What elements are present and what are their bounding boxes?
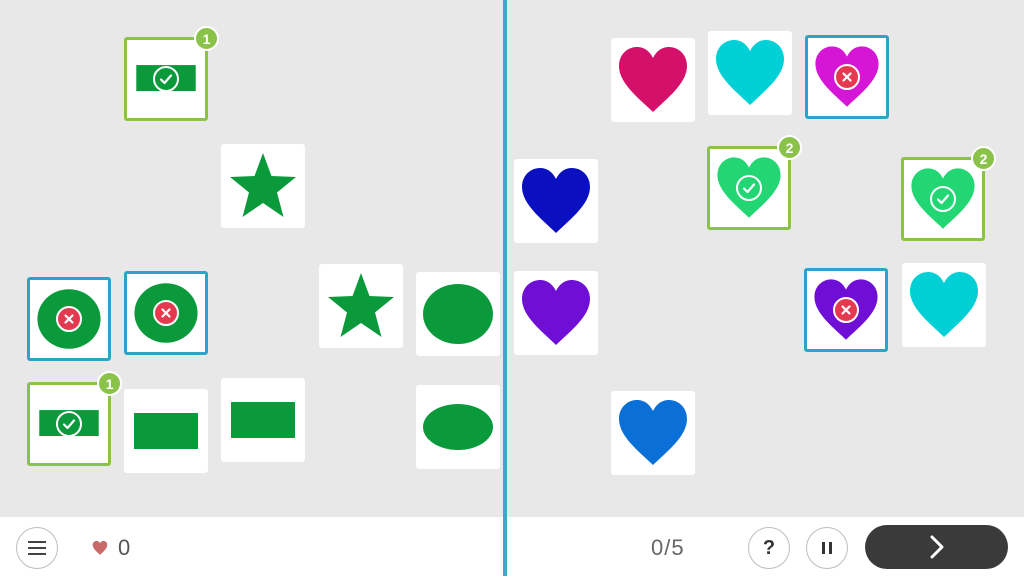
ellipse-shape [423,404,493,450]
game-board: 1 1 2 2 [0,0,1024,517]
cross-icon [834,64,860,90]
card-left-3[interactable] [27,277,111,361]
pause-icon [822,542,832,554]
check-icon [153,66,179,92]
card-left-2[interactable] [221,144,305,228]
heart-icon [92,540,108,555]
heart-shape [910,272,978,337]
card-right-10[interactable] [611,391,695,475]
card-left-8[interactable] [124,389,208,473]
card-right-3[interactable] [805,35,889,119]
card-left-10[interactable] [416,385,500,469]
match-count-badge: 2 [777,135,802,160]
cross-icon [153,300,179,326]
card-left-6[interactable] [416,272,500,356]
cross-icon [56,306,82,332]
menu-button[interactable] [16,527,58,569]
card-left-7[interactable]: 1 [27,371,122,466]
star-shape [230,153,296,217]
chevron-right-icon [930,535,943,559]
star-shape [328,273,394,337]
card-left-5[interactable] [319,264,403,348]
card-right-2[interactable] [708,31,792,115]
heart-shape [522,168,590,233]
pause-button[interactable] [806,527,848,569]
check-icon [930,186,956,212]
check-icon [56,411,82,437]
rectangle-shape [231,402,295,438]
lives-count: 0 [118,535,131,560]
card-left-1[interactable]: 1 [124,26,219,121]
panel-divider [503,0,507,576]
card-right-1[interactable] [611,38,695,122]
next-button[interactable] [865,525,1008,569]
card-right-5[interactable]: 2 [707,135,802,230]
card-right-4[interactable] [514,159,598,243]
heart-shape [619,400,687,465]
match-count-badge: 1 [97,371,122,396]
match-count-badge: 2 [971,146,996,171]
help-button[interactable]: ? [748,527,790,569]
check-icon [736,175,762,201]
card-left-9[interactable] [221,378,305,462]
ellipse-shape [423,284,493,344]
bottom-toolbar: 0 0/5 ? [0,517,1024,576]
card-right-8[interactable] [804,268,888,352]
heart-shape [619,47,687,112]
card-right-7[interactable] [514,271,598,355]
cross-icon [833,297,859,323]
hamburger-icon [28,541,46,555]
card-left-4[interactable] [124,271,208,355]
heart-shape [716,40,784,105]
heart-shape [522,280,590,345]
rectangle-shape [134,413,198,449]
lives-indicator: 0 [90,535,130,561]
match-count-badge: 1 [194,26,219,51]
progress-counter: 0/5 [651,535,685,560]
card-right-6[interactable]: 2 [901,146,996,241]
card-right-9[interactable] [902,263,986,347]
